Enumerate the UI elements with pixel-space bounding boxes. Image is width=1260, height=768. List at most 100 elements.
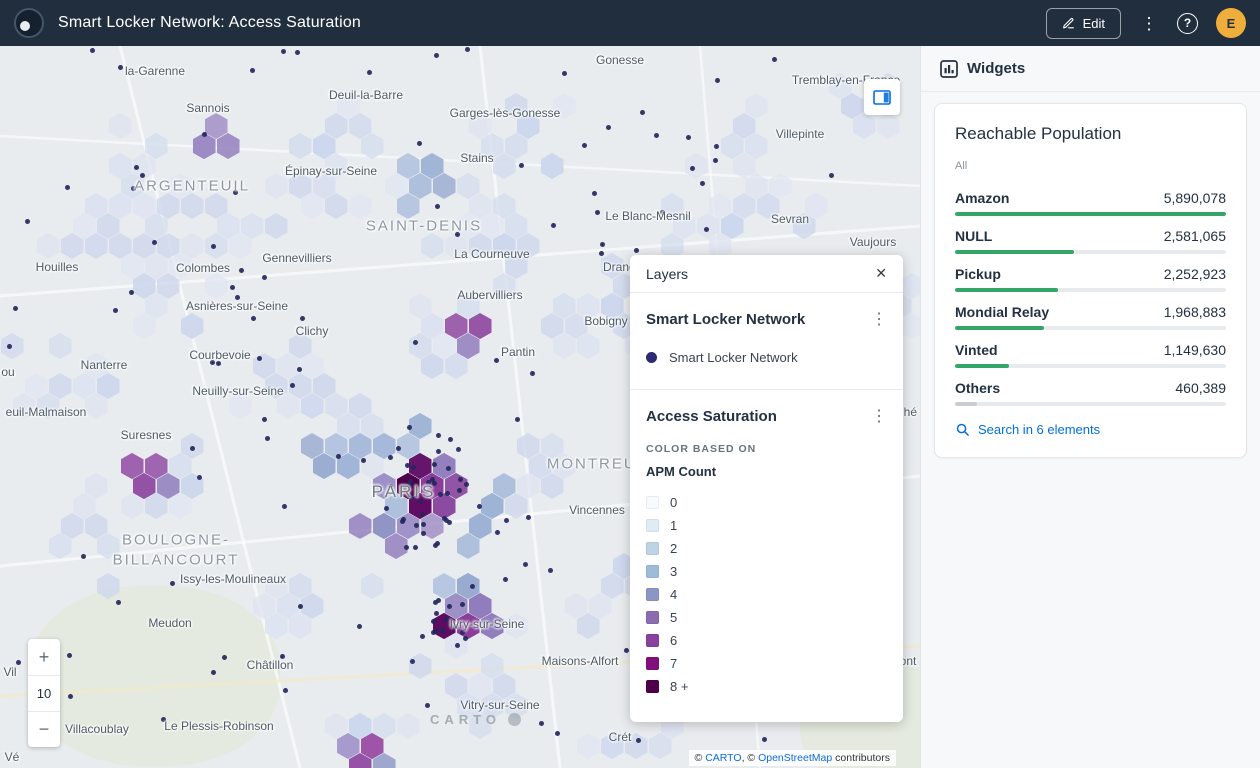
legend-item-4: 4 [646,583,887,606]
search-icon [955,422,970,437]
layers-panel: Layers ✕ Smart Locker Network ⋮ Smart Lo… [630,255,903,722]
legend-swatch [646,542,659,555]
layers-panel-header: Layers ✕ [630,255,903,293]
widget-row-others[interactable]: Others 460,389 [955,380,1226,406]
category-bar-track [955,402,1226,406]
legend-value-label: 5 [670,610,677,625]
top-bar: Smart Locker Network: Access Saturation … [0,0,1260,46]
search-link-label: Search in 6 elements [978,422,1100,437]
widget-card-reachable-population: Reachable Population All Amazon 5,890,078… [934,103,1247,458]
map-canvas[interactable]: la-GarenneSannoisDeuil-la-BarreGarges-lè… [0,46,920,768]
category-bar-track [955,250,1226,254]
color-attribute-label: APM Count [646,464,887,479]
layer-section-smart-locker-network: Smart Locker Network ⋮ Smart Locker Netw… [630,293,903,389]
category-label: Amazon [955,190,1009,206]
legend-item-2: 2 [646,537,887,560]
zoom-control: + 10 − [28,639,60,747]
legend-value-label: 3 [670,564,677,579]
legend-item-5: 5 [646,606,887,629]
close-icon[interactable]: ✕ [875,265,887,282]
zoom-level: 10 [28,675,60,711]
legend-swatch [646,657,659,670]
widgets-header: Widgets [921,46,1260,92]
legend-value-label: 0 [670,495,677,510]
category-bar-fill [955,250,1074,254]
widget-row-pickup[interactable]: Pickup2,252,923 [955,266,1226,292]
edit-button[interactable]: Edit [1046,8,1121,39]
attribution-text: , © [742,752,759,764]
widgets-icon [940,60,958,78]
legend-dot-label: Smart Locker Network [669,350,798,365]
category-label: Vinted [955,342,998,358]
edit-button-label: Edit [1083,16,1105,31]
category-value: 460,389 [1175,380,1226,396]
map-panel-toggle-button[interactable] [864,79,900,115]
search-in-elements-link[interactable]: Search in 6 elements [955,422,1226,437]
zoom-in-button[interactable]: + [28,639,60,675]
category-bar-fill [955,364,1009,368]
category-label: Pickup [955,266,1001,282]
osm-attribution-link[interactable]: OpenStreetMap [758,752,832,764]
widget-row-mondial-relay[interactable]: Mondial Relay 1,968,883 [955,304,1226,330]
saturation-legend: 0 1 2 3 4 5 6 7 8 + [646,491,887,698]
legend-value-label: 8 + [670,679,688,694]
carto-logo[interactable] [14,8,44,38]
layer-name: Smart Locker Network [646,311,805,328]
avatar[interactable]: E [1216,8,1246,38]
widget-row-amazon[interactable]: Amazon 5,890,078 [955,190,1226,216]
legend-dot [646,352,657,363]
legend-swatch [646,680,659,693]
category-bar-track [955,212,1226,216]
category-value: 5,890,078 [1164,190,1226,206]
category-label: Others [955,380,1000,396]
widgets-sidebar: Widgets Reachable Population All Amazon 5… [920,46,1260,768]
widgets-title: Widgets [967,60,1025,77]
legend-value-label: 6 [670,633,677,648]
legend-value-label: 1 [670,518,677,533]
carto-watermark-dot [508,713,521,726]
category-bar-fill [955,288,1058,292]
legend-item-6: 6 [646,629,887,652]
category-bar-fill [955,326,1044,330]
legend-value-label: 4 [670,587,677,602]
layer-legend-row: Smart Locker Network [646,350,887,365]
app-window: Smart Locker Network: Access Saturation … [0,0,1260,768]
map-attribution: © CARTO, © OpenStreetMap contributors [689,750,896,766]
layers-panel-title: Layers [646,266,688,282]
layer-options-icon[interactable]: ⋮ [871,409,887,425]
zoom-out-button[interactable]: − [28,711,60,747]
legend-swatch [646,565,659,578]
category-value: 1,149,630 [1164,342,1226,358]
layer-options-icon[interactable]: ⋮ [871,312,887,328]
legend-swatch [646,634,659,647]
carto-attribution-link[interactable]: CARTO [705,752,741,764]
color-based-on-label: COLOR BASED ON [646,443,887,455]
attribution-text: contributors [832,752,890,764]
legend-item-0: 0 [646,491,887,514]
widget-row-null[interactable]: NULL2,581,065 [955,228,1226,254]
category-label: NULL [955,228,992,244]
pencil-icon [1062,17,1075,30]
widget-scope-label: All [955,160,1226,172]
legend-swatch [646,611,659,624]
widget-title: Reachable Population [955,124,1226,144]
kebab-menu-icon[interactable]: ⋮ [1139,15,1159,32]
category-bar-track [955,364,1226,368]
category-rows: Amazon 5,890,078 NULL2,581,065 Pickup2,252,… [955,190,1226,406]
legend-swatch [646,588,659,601]
widget-row-vinted[interactable]: Vinted 1,149,630 [955,342,1226,368]
legend-value-label: 2 [670,541,677,556]
split-view-icon [873,90,891,105]
category-label: Mondial Relay [955,304,1049,320]
category-value: 1,968,883 [1164,304,1226,320]
legend-value-label: 7 [670,656,677,671]
legend-swatch [646,519,659,532]
page-title: Smart Locker Network: Access Saturation [58,14,1046,32]
top-bar-actions: Edit ⋮ ? E [1046,8,1246,39]
layer-name: Access Saturation [646,408,777,425]
help-icon[interactable]: ? [1177,13,1198,34]
legend-item-3: 3 [646,560,887,583]
carto-watermark: CARTO [430,712,521,727]
legend-item-1: 1 [646,514,887,537]
legend-swatch [646,496,659,509]
